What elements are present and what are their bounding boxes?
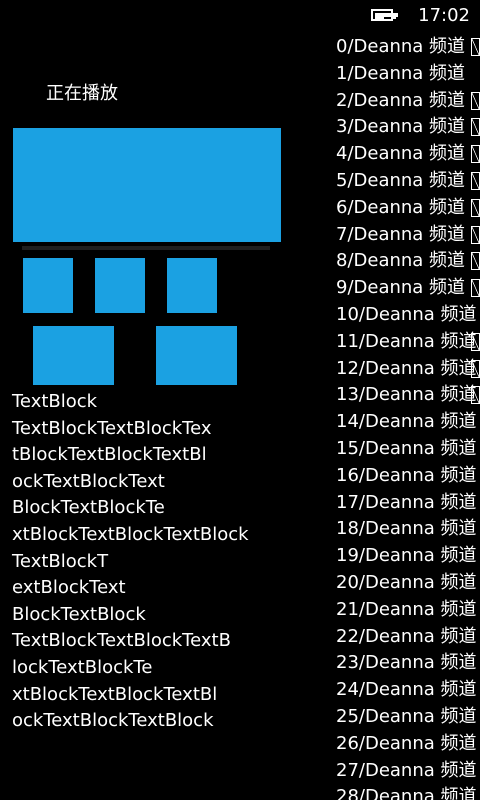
text-block: ockTextBlockTextBlock (12, 710, 214, 732)
truncated-glyph-icon (471, 252, 480, 271)
channel-item[interactable]: 24/Deanna 频道 (336, 677, 480, 704)
truncated-glyph-icon (471, 38, 480, 56)
control-button-3[interactable] (167, 258, 217, 313)
channel-item[interactable]: 5/Deanna 频道 (336, 168, 480, 195)
truncated-glyph-icon (471, 171, 480, 190)
text-block: TextBlock (12, 391, 98, 412)
app-screen: 17:02 正在播放 TextBlock TextBlockTextBlockT… (0, 0, 480, 800)
channel-label: 18/Deanna 频道 (336, 518, 477, 540)
channel-label: 2/Deanna 频道 (336, 89, 466, 111)
truncated-glyph-icon (471, 91, 480, 110)
text-block: TextBlockTextBlockTextB (12, 630, 231, 652)
channel-label: 26/Deanna 频道 (336, 732, 477, 754)
action-button-2[interactable] (156, 326, 237, 385)
channel-label: 6/Deanna 频道 (336, 196, 466, 218)
status-clock: 17:02 (418, 5, 470, 26)
channel-item[interactable]: 4/Deanna 频道 (336, 141, 480, 168)
channel-label: 11/Deanna 频道 (336, 330, 477, 352)
truncated-glyph-icon (471, 359, 480, 378)
now-playing-title: 正在播放 (46, 83, 118, 104)
channel-item[interactable]: 17/Deanna 频道 (336, 490, 480, 517)
text-block: TextBlockT (12, 550, 109, 572)
text-block: BlockTextBlockTe (12, 497, 165, 519)
channel-label: 17/Deanna 频道 (336, 491, 477, 513)
channel-label: 4/Deanna 频道 (336, 143, 466, 165)
truncated-glyph-icon (471, 279, 480, 298)
channel-item[interactable]: 21/Deanna 频道 (336, 597, 480, 624)
channel-label: 13/Deanna 频道 (336, 384, 477, 406)
text-block: TextBlockTextBlockTex (12, 417, 212, 439)
channel-label: 20/Deanna 频道 (336, 571, 477, 593)
channel-item[interactable]: 13/Deanna 频道 (336, 382, 480, 409)
text-block: BlockTextBlock (12, 603, 146, 625)
channel-label: 22/Deanna 频道 (336, 625, 477, 647)
channel-label: 8/Deanna 频道 (336, 250, 466, 272)
channel-item[interactable]: 22/Deanna 频道 (336, 624, 480, 651)
channel-label: 27/Deanna 频道 (336, 759, 477, 781)
channel-list[interactable]: 0/Deanna 频道 1/Deanna 频道 2/Deanna 频道 3/De… (336, 34, 480, 800)
channel-item[interactable]: 8/Deanna 频道 (336, 248, 480, 275)
text-block: extBlockText (12, 577, 126, 599)
channel-label: 21/Deanna 频道 (336, 598, 477, 620)
channel-item[interactable]: 1/Deanna 频道 (336, 61, 480, 88)
channel-item[interactable]: 14/Deanna 频道 (336, 409, 480, 436)
channel-item[interactable]: 0/Deanna 频道 (336, 34, 480, 61)
channel-label: 25/Deanna 频道 (336, 705, 477, 727)
control-button-2[interactable] (95, 258, 145, 313)
channel-label: 15/Deanna 频道 (336, 437, 477, 459)
channel-label: 19/Deanna 频道 (336, 545, 477, 567)
text-block: xtBlockTextBlockTextBl (12, 683, 218, 705)
channel-label: 9/Deanna 频道 (336, 277, 466, 299)
action-button-1[interactable] (33, 326, 114, 385)
text-block: ockTextBlockText (12, 470, 165, 492)
progress-bar[interactable] (22, 246, 270, 250)
channel-label: 7/Deanna 频道 (336, 223, 466, 245)
channel-item[interactable]: 20/Deanna 频道 (336, 570, 480, 597)
channel-item[interactable]: 7/Deanna 频道 (336, 222, 480, 249)
channel-item[interactable]: 18/Deanna 频道 (336, 516, 480, 543)
channel-item[interactable]: 3/Deanna 频道 (336, 114, 480, 141)
truncated-glyph-icon (471, 145, 480, 164)
truncated-glyph-icon (471, 386, 480, 405)
channel-label: 0/Deanna 频道 (336, 36, 466, 57)
battery-charging-icon (371, 8, 401, 24)
channel-item[interactable]: 23/Deanna 频道 (336, 650, 480, 677)
truncated-glyph-icon (471, 198, 480, 217)
truncated-glyph-icon (471, 332, 480, 351)
truncated-glyph-icon (471, 118, 480, 137)
truncated-glyph-icon (471, 225, 480, 244)
channel-label: 10/Deanna 频道 (336, 303, 477, 325)
channel-item[interactable]: 27/Deanna 频道 (336, 758, 480, 785)
channel-label: 24/Deanna 频道 (336, 679, 477, 701)
channel-label: 16/Deanna 频道 (336, 464, 477, 486)
channel-label: 3/Deanna 频道 (336, 116, 466, 138)
channel-item[interactable]: 9/Deanna 频道 (336, 275, 480, 302)
control-button-1[interactable] (23, 258, 73, 313)
text-block: tBlockTextBlockTextBl (12, 444, 207, 466)
album-art[interactable] (13, 128, 281, 242)
channel-item[interactable]: 6/Deanna 频道 (336, 195, 480, 222)
channel-item[interactable]: 25/Deanna 频道 (336, 704, 480, 731)
channel-item[interactable]: 26/Deanna 频道 (336, 731, 480, 758)
channel-label: 23/Deanna 频道 (336, 652, 477, 674)
text-block: xtBlockTextBlockTextBlock (12, 523, 249, 545)
channel-item[interactable]: 28/Deanna 频道 (336, 784, 480, 800)
channel-item[interactable]: 12/Deanna 频道 (336, 356, 480, 383)
channel-item[interactable]: 11/Deanna 频道 (336, 329, 480, 356)
channel-label: 28/Deanna 频道 (336, 786, 477, 800)
channel-label: 14/Deanna 频道 (336, 411, 477, 433)
channel-item[interactable]: 2/Deanna 频道 (336, 88, 480, 115)
channel-item[interactable]: 15/Deanna 频道 (336, 436, 480, 463)
text-block-list: TextBlock TextBlockTextBlockTex tBlockTe… (12, 389, 249, 735)
channel-item[interactable]: 10/Deanna 频道 (336, 302, 480, 329)
channel-item[interactable]: 16/Deanna 频道 (336, 463, 480, 490)
text-block: lockTextBlockTe (12, 656, 153, 678)
channel-label: 1/Deanna 频道 (336, 62, 466, 84)
channel-item[interactable]: 19/Deanna 频道 (336, 543, 480, 570)
channel-label: 5/Deanna 频道 (336, 169, 466, 191)
status-bar: 17:02 (371, 0, 480, 32)
channel-label: 12/Deanna 频道 (336, 357, 477, 379)
